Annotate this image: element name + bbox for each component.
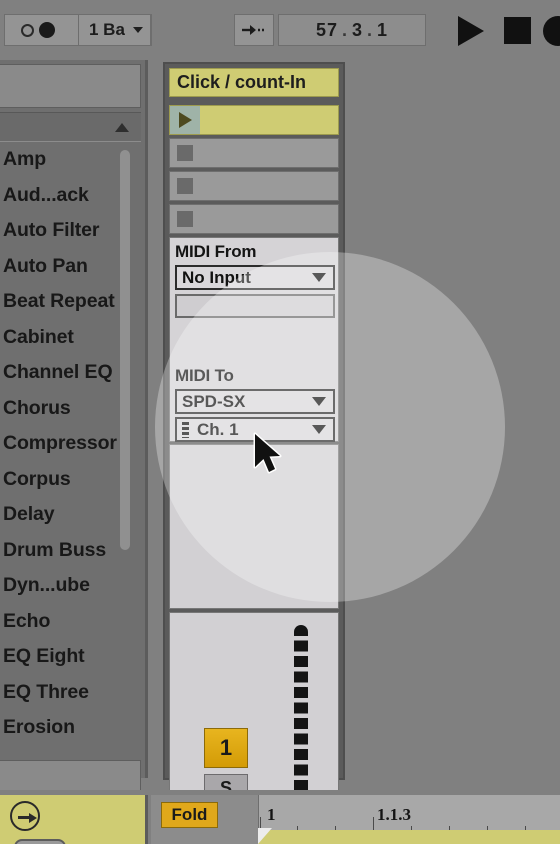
track-panel-stub [14,839,66,844]
position-beats: 3 [352,19,364,40]
record-quantization-button[interactable] [4,14,72,46]
track-activator-button[interactable]: 1 [204,728,248,768]
play-icon[interactable] [458,16,484,46]
ruler-tick [373,817,374,831]
arrangement-clip-strip[interactable] [258,830,560,844]
browser-header [0,64,141,108]
triangle-down-icon [312,273,326,282]
clip-stop-button[interactable] [170,139,200,167]
midi-to-label: MIDI To [175,366,234,385]
ruler-mark: 1.1.3 [377,805,411,824]
launch-quantization-dropdown[interactable] [125,14,151,46]
record-icon[interactable] [543,16,560,46]
arrangement-bottom-bar: Fold 1 1.1.3 [0,790,560,844]
punch-in-arrow-icon [242,25,264,35]
clip-play-button[interactable] [170,106,200,134]
browser-scroll-header[interactable] [0,112,141,142]
position-sixteenths: 1 [377,19,389,40]
midi-from-label: MIDI From [175,242,257,261]
track-io-panel: MIDI From No Input MIDI To SPD-SX Ch. 1 [169,237,339,442]
record-quantization-ring-icon [21,23,34,37]
arrangement-track-header [0,795,148,844]
clip-slot[interactable] [169,138,339,168]
midi-to-value: SPD-SX [182,391,246,411]
punch-in-button[interactable] [234,14,274,46]
circled-arrow-icon[interactable] [10,801,40,831]
device-browser-panel: Amp Aud...ack Auto Filter Auto Pan Beat … [0,60,148,802]
record-quantization-dot-icon [39,22,55,38]
triangle-down-icon [312,397,326,406]
midi-to-select[interactable]: SPD-SX [175,389,335,414]
track-strip: Click / count-In MIDI From No Input MIDI… [163,62,345,838]
stop-icon[interactable] [504,17,531,44]
stop-square-icon [177,178,193,194]
arrow-head [29,812,37,823]
list-item[interactable]: EQ Eight [0,639,141,675]
list-item[interactable]: Dyn...ube [0,568,141,604]
stop-square-icon [177,211,193,227]
play-triangle-icon [178,112,192,128]
arrow-cursor [253,432,282,474]
clip-stop-button[interactable] [170,205,200,233]
clip-slot[interactable] [169,171,339,201]
midi-from-value: No Input [182,267,251,287]
list-item[interactable]: EQ Three [0,675,141,711]
clip-slot[interactable] [169,204,339,234]
midi-port-icon [182,421,189,438]
triangle-up-icon[interactable] [115,123,129,132]
position-separator-2: . [367,19,374,40]
clip-slot[interactable] [169,105,339,135]
stop-square-icon [177,145,193,161]
clip-stop-button[interactable] [170,172,200,200]
browser-scrollbar[interactable] [120,150,130,550]
list-item[interactable]: Echo [0,604,141,640]
transport-toolbar: 1 Bar 57 . 3 . 1 [0,0,560,60]
position-bars: 57 [315,19,338,40]
ruler-mark: 1 [267,805,276,824]
position-separator-1: . [341,19,348,40]
playhead-marker-icon [258,828,272,844]
midi-from-channel-select[interactable] [175,294,335,318]
chevron-down-icon [132,27,143,33]
track-title[interactable]: Click / count-In [169,68,339,97]
arrangement-position-display[interactable]: 57 . 3 . 1 [278,14,426,46]
fold-button[interactable]: Fold [161,802,218,828]
triangle-down-icon [312,425,326,434]
midi-from-select[interactable]: No Input [175,265,335,290]
list-item[interactable]: Erosion [0,710,141,746]
